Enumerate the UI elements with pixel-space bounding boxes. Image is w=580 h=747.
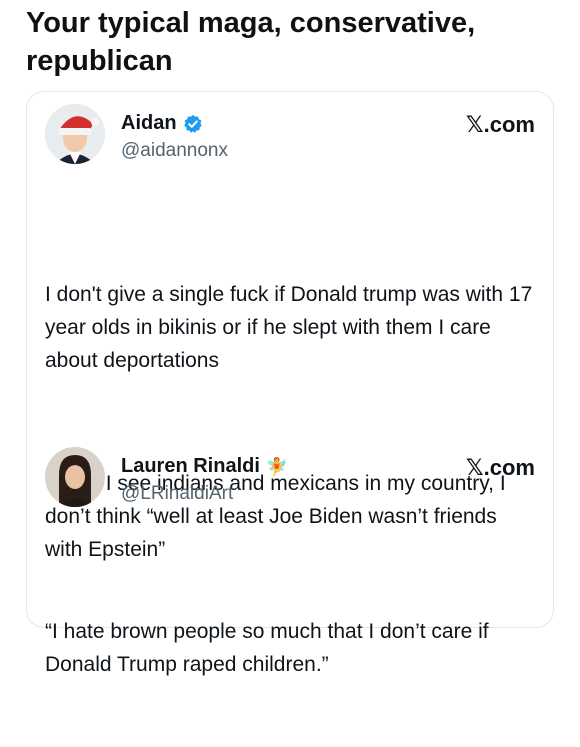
handle[interactable]: @LRinaldiArt xyxy=(121,483,233,505)
post-paragraph: I don't give a single fuck if Donald tru… xyxy=(45,283,539,372)
verified-badge-icon xyxy=(183,114,203,134)
handle[interactable]: @aidannonx xyxy=(121,140,228,162)
x-logo-icon: 𝕏 xyxy=(465,456,484,481)
fairy-emoji-icon: 🧚 xyxy=(265,456,289,477)
author-name-row: Lauren Rinaldi 🧚 xyxy=(121,455,288,478)
site-label: .com xyxy=(483,455,535,480)
woman-portrait-avatar-icon[interactable] xyxy=(45,447,105,507)
x-logo-icon: 𝕏 xyxy=(465,113,484,138)
post-body: “I hate brown people so much that I don’… xyxy=(45,549,537,747)
display-name[interactable]: Lauren Rinaldi xyxy=(121,455,260,478)
display-name[interactable]: Aidan xyxy=(121,112,177,135)
headline: Your typical maga, conservative, republi… xyxy=(26,7,476,77)
post-paragraph: “I hate brown people so much that I don’… xyxy=(45,620,495,676)
x-com-link[interactable]: 𝕏.com xyxy=(466,455,535,481)
quoted-post-card[interactable]: Aidan @aidannonx 𝕏.com I don't give a si… xyxy=(26,91,554,676)
author-name-row: Aidan xyxy=(121,112,203,135)
x-com-link[interactable]: 𝕏.com xyxy=(466,112,535,138)
site-label: .com xyxy=(483,112,535,137)
santa-hat-avatar-icon[interactable] xyxy=(45,104,105,164)
